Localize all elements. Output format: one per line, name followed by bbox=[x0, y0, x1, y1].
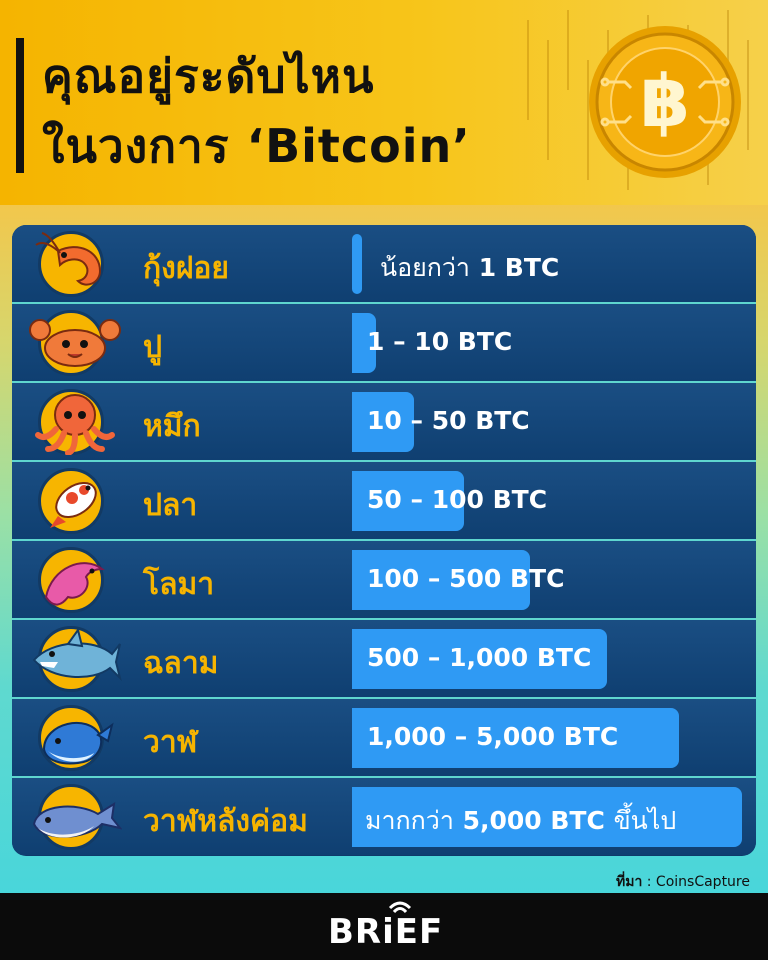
level-row-shark: ฉลาม 500 – 1,000 BTC bbox=[12, 620, 756, 699]
level-row-dolphin: โลมา 100 – 500 BTC bbox=[12, 541, 756, 620]
range-text: 500 – 1,000 BTC bbox=[367, 643, 592, 672]
levels-table: กุ้งฝอย น้อยกว่า 1 BTC ปู 1 – 10 BTC หมึ… bbox=[12, 225, 756, 856]
svg-text:฿: ฿ bbox=[640, 59, 690, 143]
page-title-line1: คุณอยู่ระดับไหน bbox=[42, 49, 375, 103]
level-name: กุ้งฝอย bbox=[143, 251, 229, 286]
octopus-icon bbox=[35, 394, 115, 455]
range-text: 100 – 500 BTC bbox=[367, 564, 565, 593]
source-value: : CoinsCapture bbox=[646, 874, 750, 890]
dolphin-icon bbox=[44, 562, 105, 606]
level-row-fish: ปลา 50 – 100 BTC bbox=[12, 462, 756, 541]
range-text: 1,000 – 5,000 BTC bbox=[367, 722, 619, 751]
level-name: หมึก bbox=[143, 409, 201, 444]
crab-icon bbox=[29, 319, 121, 367]
level-name: ปลา bbox=[143, 488, 198, 523]
range-text: มากกว่า 5,000 BTC ขึ้นไป bbox=[365, 801, 676, 841]
level-name: วาฬ bbox=[143, 725, 198, 760]
header: คุณอยู่ระดับไหน ในวงการ ‘Bitcoin’ ฿ bbox=[0, 0, 768, 205]
infographic: คุณอยู่ระดับไหน ในวงการ ‘Bitcoin’ ฿ กุ้ง… bbox=[0, 0, 768, 960]
range-value: 1 BTC bbox=[478, 253, 560, 282]
humpback-whale-icon bbox=[32, 802, 122, 838]
fish-icon bbox=[50, 481, 97, 528]
level-row-whale: วาฬ 1,000 – 5,000 BTC bbox=[12, 699, 756, 778]
range-prefix: มากกว่า bbox=[365, 806, 454, 835]
level-row-octopus: หมึก 10 – 50 BTC bbox=[12, 383, 756, 462]
range-bar bbox=[352, 234, 362, 294]
level-name: วาฬหลังค่อม bbox=[143, 804, 308, 839]
level-name: ฉลาม bbox=[143, 646, 219, 681]
range-suffix: ขึ้นไป bbox=[613, 806, 677, 835]
shrimp-icon bbox=[35, 232, 102, 286]
page-title-line2: ในวงการ ‘Bitcoin’ bbox=[42, 119, 471, 173]
level-row-humpback-whale: วาฬหลังค่อม มากกว่า 5,000 BTC ขึ้นไป bbox=[12, 778, 756, 855]
title-accent-bar bbox=[16, 38, 24, 173]
whale-icon bbox=[42, 721, 114, 765]
source-credit: ที่มา : CoinsCapture bbox=[616, 871, 750, 893]
shark-icon bbox=[32, 627, 122, 682]
range-text: 1 – 10 BTC bbox=[367, 327, 513, 356]
brand-logo: BRiEF bbox=[328, 912, 444, 952]
source-label: ที่มา bbox=[615, 874, 643, 890]
range-text: น้อยกว่า 1 BTC bbox=[380, 248, 559, 288]
level-row-shrimp: กุ้งฝอย น้อยกว่า 1 BTC bbox=[12, 225, 756, 304]
level-name: ปู bbox=[143, 330, 163, 365]
range-text: 10 – 50 BTC bbox=[367, 406, 530, 435]
level-row-crab: ปู 1 – 10 BTC bbox=[12, 304, 756, 383]
bitcoin-coin-icon: ฿ bbox=[589, 26, 741, 178]
level-name: โลมา bbox=[143, 567, 215, 602]
range-value: 5,000 BTC bbox=[462, 806, 605, 835]
range-text: 50 – 100 BTC bbox=[367, 485, 548, 514]
range-prefix: น้อยกว่า bbox=[380, 253, 470, 282]
